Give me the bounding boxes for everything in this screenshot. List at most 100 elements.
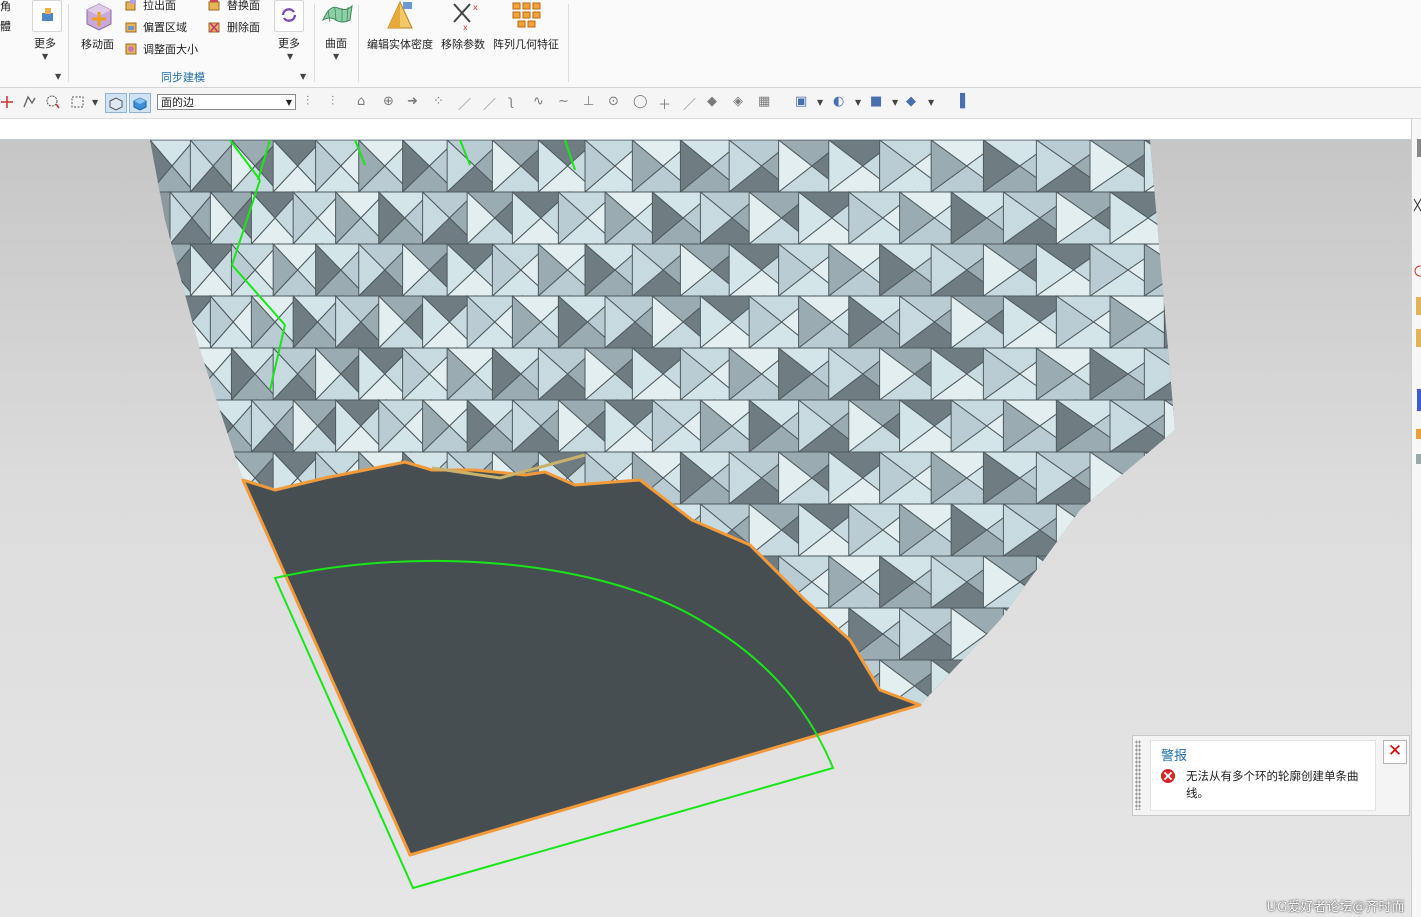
mesh-facet: [1389, 192, 1411, 244]
toolbar-tool-icon[interactable]: ◯: [633, 94, 648, 109]
mesh-facet: [1162, 321, 1175, 349]
ribbon-cut-label-top[interactable]: 角: [0, 0, 11, 14]
resource-bar[interactable]: [1411, 119, 1421, 917]
toolbar-tool-icon[interactable]: ⊕: [383, 94, 394, 109]
mesh-facet: [1034, 555, 1113, 583]
mesh-facet: [251, 712, 275, 764]
alert-message: 无法从有多个环的轮廓创建单条曲线。: [1186, 769, 1359, 800]
select-lasso-icon[interactable]: [46, 95, 60, 109]
mesh-facet: [1316, 400, 1356, 452]
mesh-facet: [1259, 504, 1299, 556]
toolbar-tool-icon[interactable]: ∼: [558, 94, 569, 109]
ribbon-cut-label-bottom[interactable]: 體: [0, 18, 11, 34]
toolbar-tool-icon[interactable]: ⊙: [608, 94, 619, 109]
mesh-facet: [1088, 685, 1168, 705]
mesh-facet: [1108, 607, 1175, 635]
mesh-facet: [1369, 244, 1411, 270]
toolbar-tool-icon[interactable]: ◆: [906, 94, 916, 109]
mesh-facet: [293, 712, 317, 764]
snap-point-icon[interactable]: [0, 95, 14, 109]
mesh-facet: [1389, 296, 1411, 348]
mesh-facet: [1199, 660, 1239, 712]
mesh-facet: [169, 606, 193, 662]
group-expand-icon[interactable]: ▼: [55, 72, 61, 81]
toolbar-tool-icon[interactable]: ▐: [955, 94, 965, 109]
replace-face-label: 替换面: [227, 0, 260, 12]
mesh-facet: [150, 659, 196, 687]
mesh-facet: [230, 658, 256, 705]
edit-solid-density-button[interactable]: 编辑实体密度: [366, 0, 436, 52]
mesh-facet: [1275, 608, 1356, 634]
drag-grip-handle[interactable]: [1135, 740, 1141, 810]
toolbar-tool-icon[interactable]: ➜: [407, 94, 418, 109]
mesh-facet: [1275, 296, 1356, 322]
mesh-facet: [1312, 452, 1394, 478]
select-feature-icon[interactable]: [22, 95, 36, 109]
toolbar-tool-icon[interactable]: ⫶: [331, 94, 334, 109]
toolbar-tool-icon[interactable]: ⁘: [433, 94, 444, 109]
group-expand-icon[interactable]: ▼: [300, 72, 306, 81]
chevron-down-icon[interactable]: ▼: [92, 98, 98, 107]
toolbar-tool-icon[interactable]: ▣: [795, 94, 807, 109]
toolbar-tool-icon[interactable]: ＋: [658, 94, 671, 113]
resize-face-icon: [125, 43, 137, 55]
toolbar-tool-icon[interactable]: ⫶: [306, 94, 309, 109]
mesh-facet: [1199, 556, 1278, 582]
chevron-down-icon[interactable]: ▼: [855, 98, 861, 107]
mesh-facet: [1199, 374, 1278, 400]
toolbar-tool-icon[interactable]: ⊥: [583, 94, 594, 109]
toolbar-tool-icon[interactable]: ■: [870, 94, 882, 109]
mesh-facet: [1035, 659, 1075, 705]
mesh-facet: [150, 554, 173, 610]
mesh-facet: [1369, 348, 1411, 400]
toolbar-tool-icon[interactable]: ⌂: [357, 94, 365, 109]
toolbar-tool-icon[interactable]: ◈: [733, 94, 743, 109]
mesh-facet: [1332, 608, 1373, 660]
toolbar-tool-icon[interactable]: ∿: [533, 94, 544, 109]
mesh-facet: [169, 398, 193, 454]
mesh-facet: [1275, 218, 1356, 244]
toolbar-tool-icon[interactable]: ／: [683, 94, 696, 113]
chevron-down-icon[interactable]: ▼: [928, 98, 934, 107]
mesh-facet: [1275, 608, 1315, 660]
mesh-facet: [150, 451, 196, 479]
mesh-facet: [1054, 607, 1133, 635]
surface-button[interactable]: 曲面 ▼: [318, 0, 356, 62]
error-icon: [1161, 769, 1175, 783]
mesh-facet: [1109, 503, 1149, 557]
toolbar-tool-icon[interactable]: ／: [483, 94, 496, 113]
rectangle-select-icon[interactable]: [71, 95, 85, 109]
more-button-2[interactable]: 更多 ▼: [272, 0, 308, 62]
mesh-facet: [1034, 659, 1113, 687]
chevron-down-icon[interactable]: ▼: [817, 98, 823, 107]
toolbar-tool-icon[interactable]: ◆: [707, 94, 717, 109]
shaded-with-edges-toggle[interactable]: [105, 93, 127, 113]
toolbar-tool-icon[interactable]: ／: [458, 94, 471, 113]
mesh-facet: [1163, 607, 1175, 661]
pattern-feature-button[interactable]: 阵列几何特征: [492, 0, 564, 52]
alert-close-button[interactable]: ✕: [1383, 740, 1407, 764]
mesh-facet: [1332, 426, 1411, 452]
mesh-facet: [1199, 166, 1278, 192]
toolbar-tool-icon[interactable]: ▦: [758, 94, 770, 109]
chevron-down-icon[interactable]: ▼: [892, 98, 898, 107]
mesh-facet: [1353, 660, 1394, 712]
selection-filter-dropdown[interactable]: 面的边 ▼: [157, 94, 296, 110]
mesh-facet: [1183, 452, 1222, 504]
mesh-facet: [212, 450, 237, 506]
mesh-facet: [1332, 296, 1373, 348]
more-button-1[interactable]: 更多 ▼: [28, 0, 64, 62]
move-face-button[interactable]: 移动面: [78, 0, 120, 52]
replace-face-icon: [208, 0, 220, 11]
remove-params-button[interactable]: x x 移除参数: [440, 0, 490, 52]
mesh-facet: [1332, 400, 1411, 426]
alert-title: 警报: [1161, 749, 1188, 764]
mesh-facet: [150, 450, 173, 506]
shaded-toggle[interactable]: [129, 93, 151, 113]
toolbar-tool-icon[interactable]: ◐: [833, 94, 844, 109]
mesh-facet: [1296, 244, 1336, 296]
toolbar-tool-icon[interactable]: ʅ: [508, 94, 514, 109]
group-label-sync-modeling: 同步建模: [161, 71, 205, 84]
mesh-facet: [1219, 192, 1298, 218]
mesh-facet: [1203, 504, 1242, 556]
